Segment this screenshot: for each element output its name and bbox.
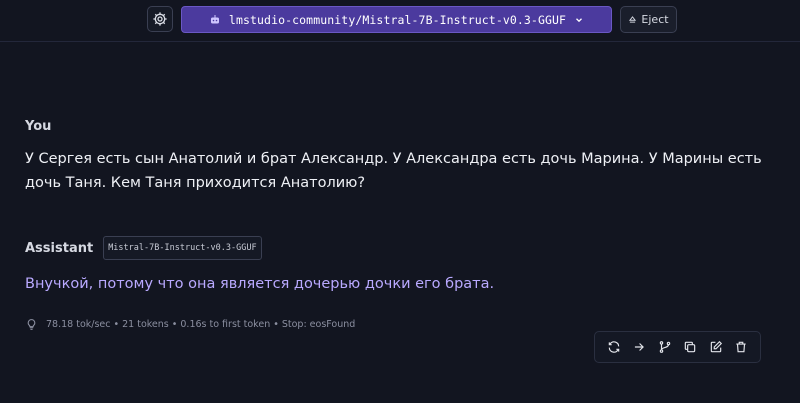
generation-stats: 78.18 tok/sec • 21 tokens • 0.16s to fir… bbox=[25, 318, 355, 331]
eject-label: Eject bbox=[641, 13, 669, 26]
top-bar: lmstudio-community/Mistral-7B-Instruct-v… bbox=[0, 0, 800, 42]
delete-button[interactable] bbox=[731, 337, 751, 357]
regenerate-icon bbox=[607, 340, 621, 354]
robot-icon bbox=[209, 14, 221, 26]
eject-icon bbox=[628, 15, 637, 24]
assistant-model-tag: Mistral-7B-Instruct-v0.3-GGUF bbox=[103, 236, 262, 260]
assistant-label: Assistant bbox=[25, 240, 94, 256]
stats-text: 78.18 tok/sec • 21 tokens • 0.16s to fir… bbox=[46, 319, 356, 330]
settings-button[interactable] bbox=[147, 6, 173, 32]
model-name: lmstudio-community/Mistral-7B-Instruct-v… bbox=[228, 12, 567, 27]
copy-icon bbox=[683, 340, 697, 354]
edit-button[interactable] bbox=[706, 337, 726, 357]
continue-button[interactable] bbox=[629, 337, 649, 357]
trash-icon bbox=[734, 340, 748, 354]
message-actions bbox=[594, 331, 761, 363]
edit-icon bbox=[709, 340, 723, 354]
branch-icon bbox=[658, 340, 672, 354]
user-label: You bbox=[25, 119, 52, 134]
assistant-header: Assistant Mistral-7B-Instruct-v0.3-GGUF bbox=[25, 236, 262, 260]
model-selector[interactable]: lmstudio-community/Mistral-7B-Instruct-v… bbox=[181, 6, 612, 33]
lightbulb-icon bbox=[25, 318, 38, 331]
branch-button[interactable] bbox=[655, 337, 675, 357]
assistant-message: Внучкой, потому что она является дочерью… bbox=[25, 276, 495, 292]
chevron-down-icon bbox=[574, 15, 584, 25]
user-message: У Сергея есть сын Анатолий и брат Алекса… bbox=[25, 151, 762, 191]
continue-arrow-icon bbox=[632, 340, 646, 354]
eject-button[interactable]: Eject bbox=[620, 6, 677, 33]
gear-icon bbox=[152, 11, 168, 27]
copy-button[interactable] bbox=[680, 337, 700, 357]
regenerate-button[interactable] bbox=[604, 337, 624, 357]
